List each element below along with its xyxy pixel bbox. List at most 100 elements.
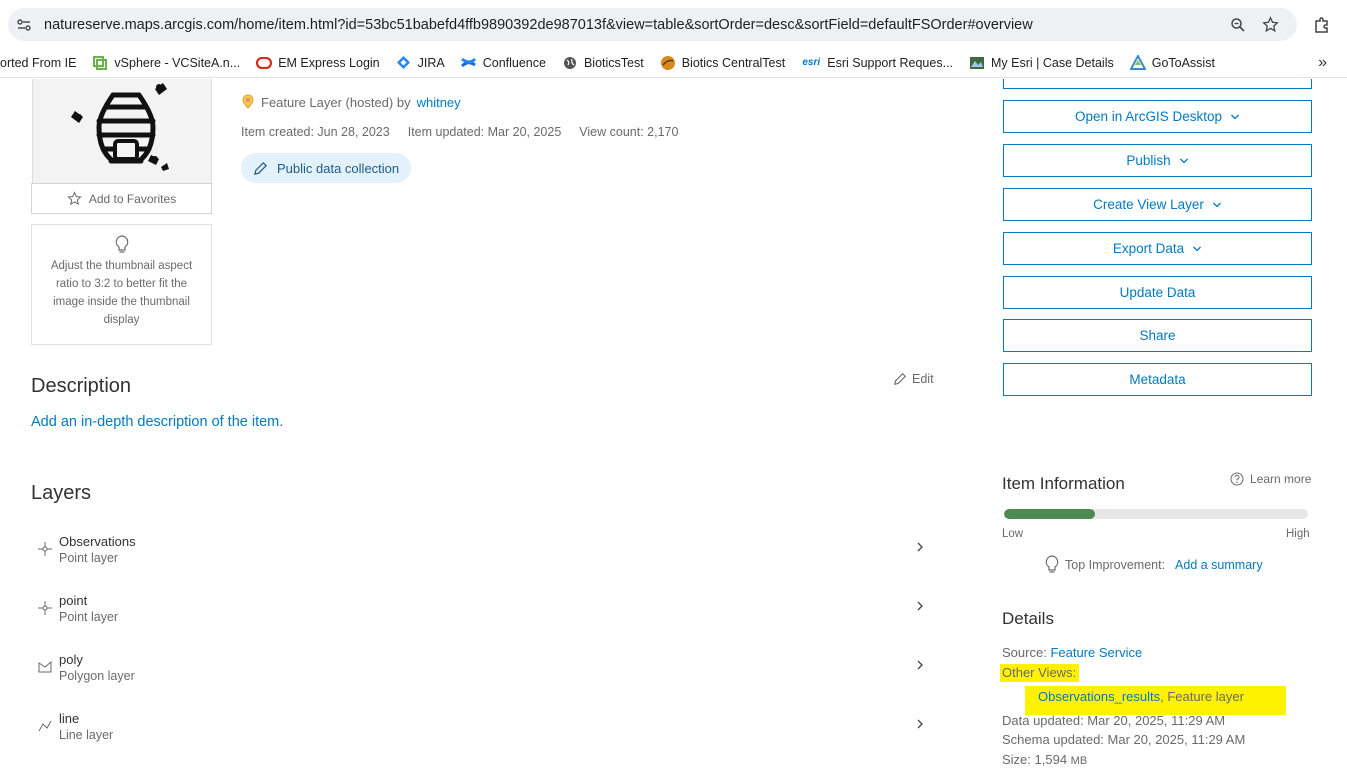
publish-button[interactable]: Publish	[1003, 144, 1312, 177]
thumbnail-tip-text: Adjust the thumbnail aspect ratio to 3:2…	[50, 260, 193, 326]
export-data-button[interactable]: Export Data	[1003, 232, 1312, 265]
bookmark-item[interactable]: GoToAssist	[1122, 50, 1223, 76]
layers-heading: Layers	[31, 482, 92, 504]
layer-row[interactable]: poly Polygon layer	[31, 642, 931, 692]
view-count: View count: 2,170	[579, 125, 679, 139]
bookmark-item[interactable]: Biotics CentralTest	[652, 50, 794, 76]
edit-label: Edit	[912, 372, 934, 386]
observations-results-link[interactable]: Observations_results	[1038, 689, 1160, 704]
bookmark-item[interactable]: BioticsTest	[554, 50, 652, 76]
thumbnail-tip: Adjust the thumbnail aspect ratio to 3:2…	[31, 224, 212, 345]
bookmark-label: EM Express Login	[278, 55, 380, 70]
pencil-icon	[893, 372, 907, 386]
bookmark-item[interactable]: Confluence	[453, 50, 554, 76]
star-icon	[67, 191, 82, 206]
create-view-layer-button[interactable]: Create View Layer	[1003, 188, 1312, 221]
top-improvement: Top Improvement: Add a summary	[1045, 555, 1263, 575]
item-created: Item created: Jun 28, 2023	[241, 125, 390, 139]
data-updated: Data updated: Mar 20, 2025, 11:29 AM	[1002, 713, 1226, 728]
public-data-collection-chip[interactable]: Public data collection	[241, 153, 412, 183]
point-layer-icon	[31, 542, 59, 556]
edit-description-button[interactable]: Edit	[893, 372, 934, 386]
oracle-icon	[256, 55, 273, 71]
item-updated: Item updated: Mar 20, 2025	[407, 125, 562, 139]
item-type-line: Feature Layer (hosted) by whitney	[241, 94, 461, 110]
beehive-icon	[71, 83, 169, 171]
bookmark-item[interactable]: vSphere - VCSiteA.n...	[84, 50, 248, 76]
chevron-down-icon	[1193, 246, 1202, 251]
globe-icon	[562, 55, 578, 71]
item-type-text: Feature Layer (hosted) by	[261, 94, 411, 110]
help-icon	[1230, 472, 1244, 486]
more-bookmarks-icon[interactable]: »	[1318, 54, 1327, 72]
chevron-right-icon	[915, 599, 925, 617]
chevron-down-icon	[1212, 202, 1221, 207]
layer-name: point	[59, 592, 88, 608]
share-button[interactable]: Share	[1003, 319, 1312, 352]
address-bar[interactable]: natureserve.maps.arcgis.com/home/item.ht…	[8, 8, 1297, 41]
layer-row[interactable]: Observations Point layer	[31, 524, 931, 574]
other-view-entry: Observations_results, Feature layer	[1038, 689, 1244, 704]
bookmarks-bar: orted From IE vSphere - VCSiteA.n... EM …	[0, 48, 1347, 78]
item-dates: Item created: Jun 28, 2023 Item updated:…	[241, 125, 678, 139]
bookmark-label: GoToAssist	[1151, 55, 1215, 70]
update-data-button[interactable]: Update Data	[1003, 276, 1312, 309]
bookmark-label: Confluence	[482, 55, 546, 70]
bookmark-item[interactable]: orted From IE	[0, 50, 84, 76]
item-thumbnail	[32, 79, 212, 184]
bookmark-item[interactable]: esri Esri Support Reques...	[793, 50, 961, 76]
item-info-meter	[1004, 509, 1308, 519]
zoom-icon[interactable]	[1227, 14, 1249, 36]
top-improvement-label: Top Improvement:	[1065, 558, 1166, 572]
layer-type: Polygon layer	[59, 668, 135, 683]
chevron-down-icon	[1231, 114, 1239, 119]
meter-high-label: High	[1286, 528, 1310, 540]
point-layer-icon	[31, 601, 59, 615]
gotoassist-icon	[1129, 54, 1146, 71]
site-info-icon[interactable]	[8, 8, 40, 41]
size-line: Size: 1,594 MB	[1002, 752, 1087, 767]
extensions-icon[interactable]	[1310, 13, 1334, 37]
confluence-icon	[461, 55, 477, 71]
button-label: Update Data	[1119, 285, 1196, 300]
metadata-button[interactable]: Metadata	[1003, 363, 1312, 396]
layer-type: Line layer	[59, 727, 114, 742]
layer-name: line	[59, 710, 80, 726]
owner-link[interactable]: whitney	[417, 95, 461, 110]
layer-type: Point layer	[59, 550, 119, 565]
bookmark-label: vSphere - VCSiteA.n...	[114, 55, 241, 70]
bookmark-star-icon[interactable]	[1259, 14, 1281, 36]
layer-name: poly	[59, 651, 83, 667]
add-description-link[interactable]: Add an in-depth description of the item.	[31, 414, 283, 430]
item-page: Add to Favorites Adjust the thumbnail as…	[0, 79, 1347, 772]
bookmark-item[interactable]: My Esri | Case Details	[961, 50, 1122, 76]
jira-icon	[396, 55, 412, 71]
browser-toolbar: natureserve.maps.arcgis.com/home/item.ht…	[0, 0, 1347, 48]
chevron-right-icon	[915, 658, 925, 676]
open-in-arcgis-desktop-button[interactable]: Open in ArcGIS Desktop	[1003, 100, 1312, 133]
pencil-icon	[254, 161, 267, 175]
layer-row[interactable]: point Point layer	[31, 583, 931, 633]
source-label: Source:	[1002, 645, 1047, 660]
details-heading: Details	[1002, 609, 1054, 628]
add-summary-link[interactable]: Add a summary	[1175, 558, 1263, 572]
size-value: Size: 1,594	[1002, 752, 1068, 767]
button-label: Publish	[1126, 153, 1171, 168]
feature-layer-icon	[242, 94, 254, 109]
previous-action-button[interactable]	[1003, 79, 1312, 89]
chevron-right-icon	[915, 540, 925, 558]
learn-more-link[interactable]: Learn more	[1230, 472, 1311, 486]
bookmark-label: Biotics CentralTest	[681, 55, 786, 70]
layer-row[interactable]: line Line layer	[31, 701, 931, 751]
add-to-favorites-button[interactable]: Add to Favorites	[31, 183, 212, 214]
layer-type: Point layer	[59, 609, 119, 624]
button-label: Export Data	[1112, 241, 1185, 256]
bookmark-item[interactable]: JIRA	[388, 50, 453, 76]
url-text[interactable]: natureserve.maps.arcgis.com/home/item.ht…	[40, 17, 1227, 33]
feature-service-link[interactable]: Feature Service	[1050, 645, 1142, 660]
button-label: Open in ArcGIS Desktop	[1074, 109, 1223, 124]
biotics-icon	[660, 55, 676, 71]
bookmark-item[interactable]: EM Express Login	[248, 50, 387, 76]
description-heading: Description	[31, 375, 132, 397]
myesri-icon	[969, 55, 985, 71]
